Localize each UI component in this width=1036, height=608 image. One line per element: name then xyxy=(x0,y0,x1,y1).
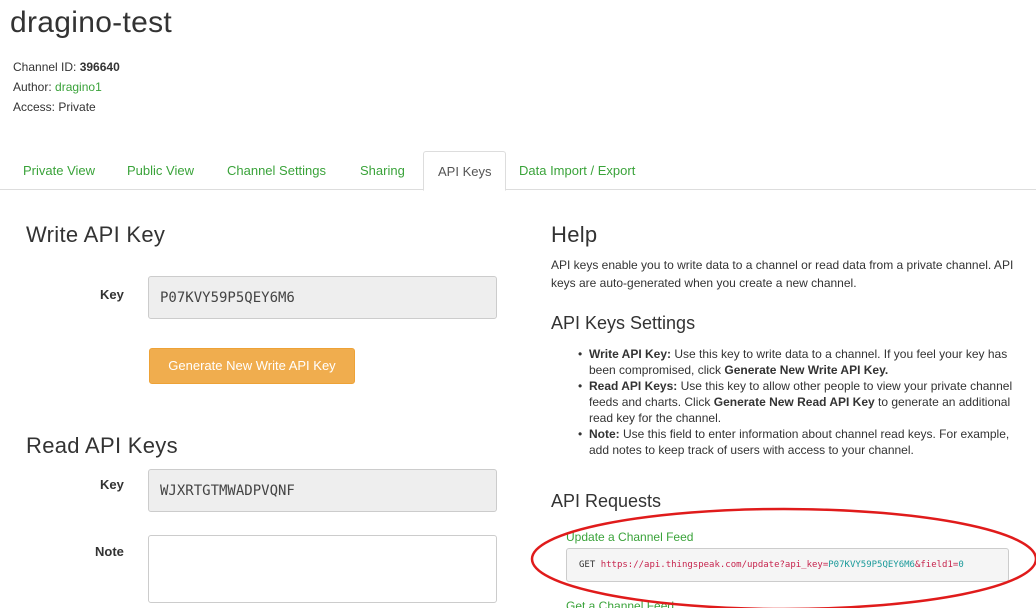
access-label: Access: xyxy=(13,100,59,114)
channel-author: Author: dragino1 xyxy=(13,80,102,94)
channel-title: dragino-test xyxy=(10,6,173,39)
bullet-write-api-key: Write API Key: Use this key to write dat… xyxy=(577,346,1027,378)
tab-data-import-export[interactable]: Data Import / Export xyxy=(505,151,649,190)
get-feed-link[interactable]: Get a Channel Feed xyxy=(566,599,674,608)
write-key-field[interactable]: P07KVY59P5QEY6M6 xyxy=(148,276,497,319)
note-textarea[interactable] xyxy=(148,535,497,603)
channel-id-label: Channel ID: xyxy=(13,60,80,74)
help-intro: API keys enable you to write data to a c… xyxy=(551,258,1014,290)
generate-write-key-button[interactable]: Generate New Write API Key xyxy=(149,348,355,384)
read-api-keys-heading: Read API Keys xyxy=(26,433,178,458)
author-label: Author: xyxy=(13,80,56,94)
api-requests-heading: API Requests xyxy=(551,491,662,511)
bullet-read-api-keys: Read API Keys: Use this key to allow oth… xyxy=(577,378,1027,426)
channel-id-value: 396640 xyxy=(79,60,120,74)
tab-channel-settings[interactable]: Channel Settings xyxy=(213,151,340,190)
write-api-key-heading: Write API Key xyxy=(26,222,166,247)
channel-access: Access: Private xyxy=(13,100,96,114)
channel-id: Channel ID: 396640 xyxy=(13,60,120,74)
author-link[interactable]: dragino1 xyxy=(55,80,102,94)
read-key-label: Key xyxy=(100,477,124,492)
channel-tabs: Private View Public View Channel Setting… xyxy=(0,151,1036,191)
tab-public-view[interactable]: Public View xyxy=(113,151,208,190)
access-value: Private xyxy=(58,100,96,114)
tab-private-view[interactable]: Private View xyxy=(9,151,109,190)
tab-api-keys[interactable]: API Keys xyxy=(423,151,507,191)
note-label: Note xyxy=(95,544,124,559)
update-feed-link[interactable]: Update a Channel Feed xyxy=(566,530,693,544)
tab-sharing[interactable]: Sharing xyxy=(346,151,419,190)
api-keys-settings-heading: API Keys Settings xyxy=(551,313,696,333)
settings-bullet-list: Write API Key: Use this key to write dat… xyxy=(577,346,1027,458)
update-feed-code[interactable]: GET https://api.thingspeak.com/update?ap… xyxy=(566,548,1009,582)
read-key-field[interactable]: WJXRTGTMWADPVQNF xyxy=(148,469,497,512)
bullet-note: Note: Use this field to enter informatio… xyxy=(577,426,1027,458)
help-heading: Help xyxy=(551,222,598,247)
api-keys-page: dragino-test Channel ID: 396640 Author: … xyxy=(0,0,1036,608)
write-key-label: Key xyxy=(100,287,124,302)
